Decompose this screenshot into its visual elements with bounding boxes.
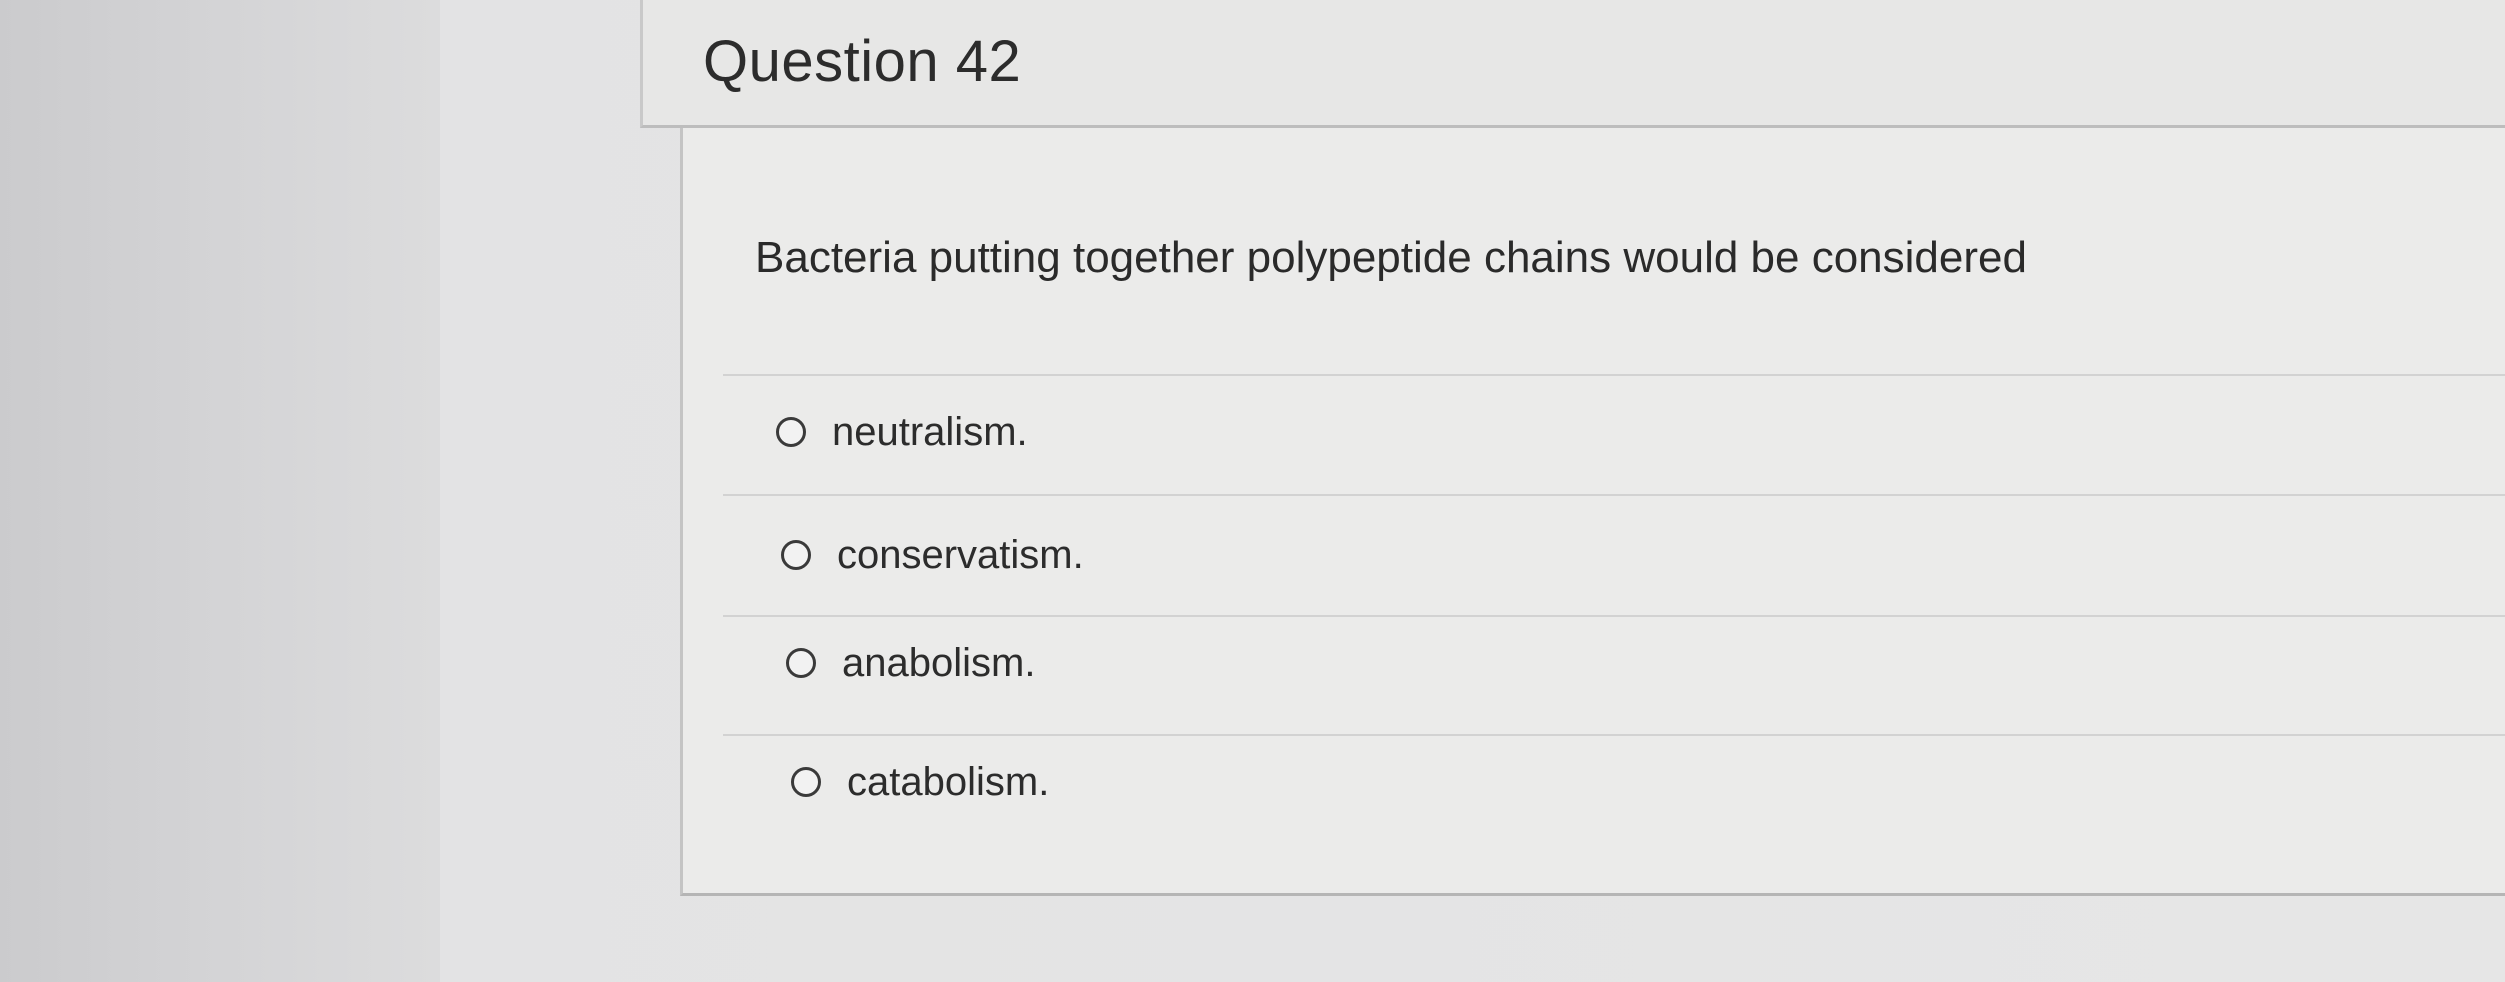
- question-card: Question 42 Bacteria putting together po…: [640, 0, 2505, 982]
- question-header: Question 42: [640, 0, 2505, 128]
- answer-option-catabolism[interactable]: catabolism.: [791, 752, 1049, 812]
- radio-button[interactable]: [776, 417, 806, 447]
- divider: [723, 374, 2505, 376]
- radio-button[interactable]: [786, 648, 816, 678]
- question-title: Question 42: [703, 29, 1022, 94]
- question-text: Bacteria putting together polypeptide ch…: [755, 233, 2027, 282]
- answer-option-neutralism[interactable]: neutralism.: [776, 402, 1028, 462]
- background-shade: [0, 0, 440, 982]
- answer-option-anabolism[interactable]: anabolism.: [786, 633, 1035, 693]
- answer-option-conservatism[interactable]: conservatism.: [781, 525, 1084, 585]
- divider: [723, 615, 2505, 617]
- divider: [723, 734, 2505, 736]
- option-label: neutralism.: [832, 409, 1028, 454]
- option-label: catabolism.: [847, 759, 1050, 804]
- question-body: Bacteria putting together polypeptide ch…: [680, 128, 2505, 896]
- option-label: anabolism.: [842, 640, 1036, 685]
- radio-button[interactable]: [781, 540, 811, 570]
- divider: [723, 494, 2505, 496]
- radio-button[interactable]: [791, 767, 821, 797]
- option-label: conservatism.: [837, 532, 1084, 577]
